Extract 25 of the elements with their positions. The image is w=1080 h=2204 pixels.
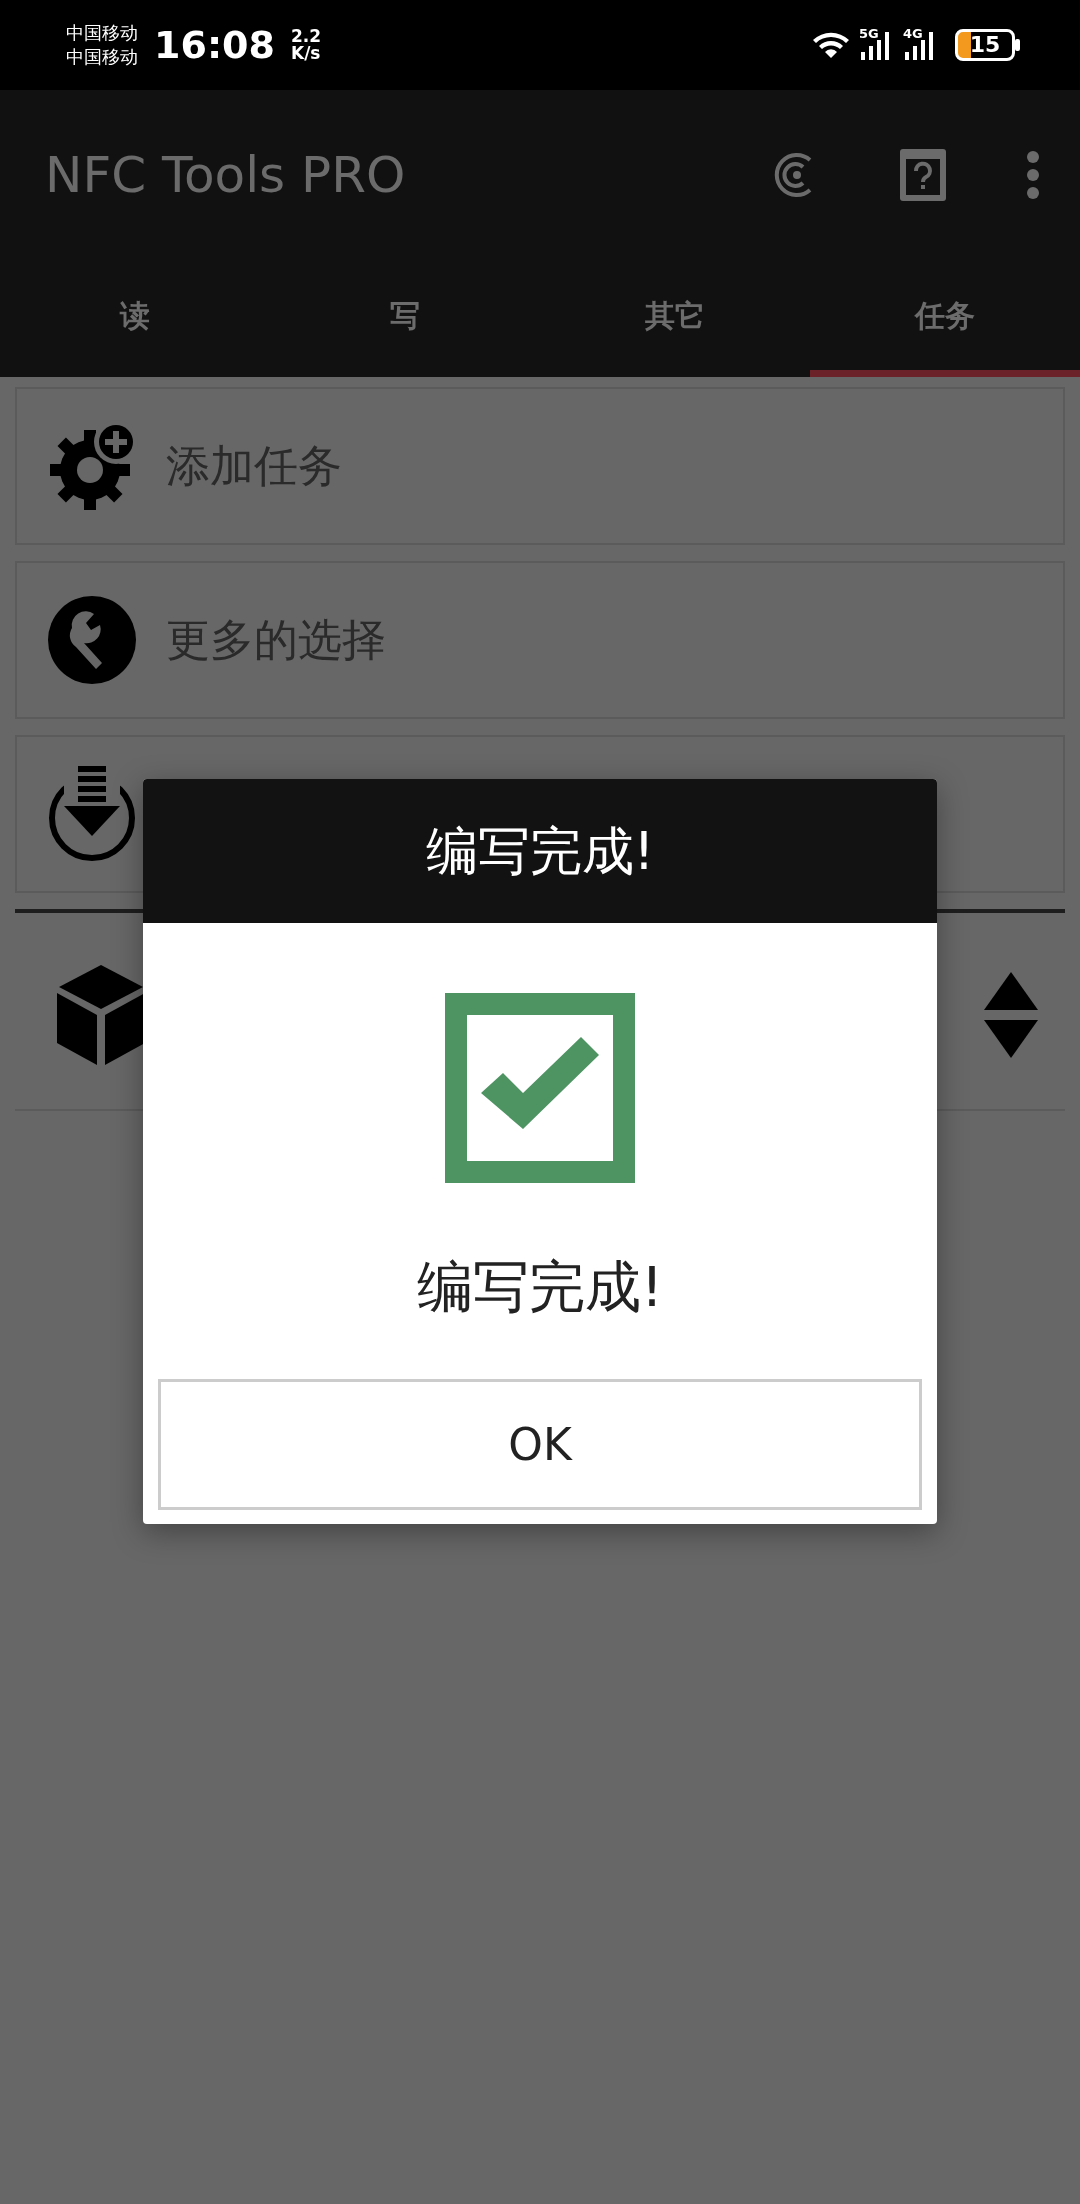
carrier-label: 中国移动 (66, 21, 138, 45)
dialog-message: 编写完成! (416, 1253, 664, 1321)
tab[interactable]: 任务 (810, 260, 1080, 377)
help-book-icon[interactable] (898, 147, 948, 203)
menu-icon[interactable] (1026, 150, 1040, 200)
ok-button[interactable]: OK (158, 1379, 922, 1510)
speed-value: 2.2 (290, 28, 322, 45)
clock-time: 16:08 (154, 21, 275, 69)
action-row[interactable]: 添加任务 (15, 387, 1065, 545)
carrier-label: 中国移动 (66, 45, 138, 69)
app-title: NFC Tools PRO (45, 144, 407, 206)
battery-indicator: 15 (955, 29, 1015, 61)
dialog-title: 编写完成! (425, 820, 655, 883)
network-label: 5G (859, 25, 879, 43)
tab[interactable]: 其它 (540, 260, 810, 377)
battery-tip-icon (1015, 39, 1020, 51)
tab[interactable]: 读 (0, 260, 270, 377)
network-label: 4G (903, 25, 923, 43)
action-label: 添加任务 (166, 439, 342, 493)
check-square-icon (445, 993, 635, 1183)
tab[interactable]: 写 (270, 260, 540, 377)
action-row[interactable]: 更多的选择 (15, 561, 1065, 719)
speed-unit: K/s (290, 45, 322, 62)
sort-arrows-icon[interactable] (982, 970, 1040, 1060)
action-label: 更多的选择 (166, 613, 386, 667)
